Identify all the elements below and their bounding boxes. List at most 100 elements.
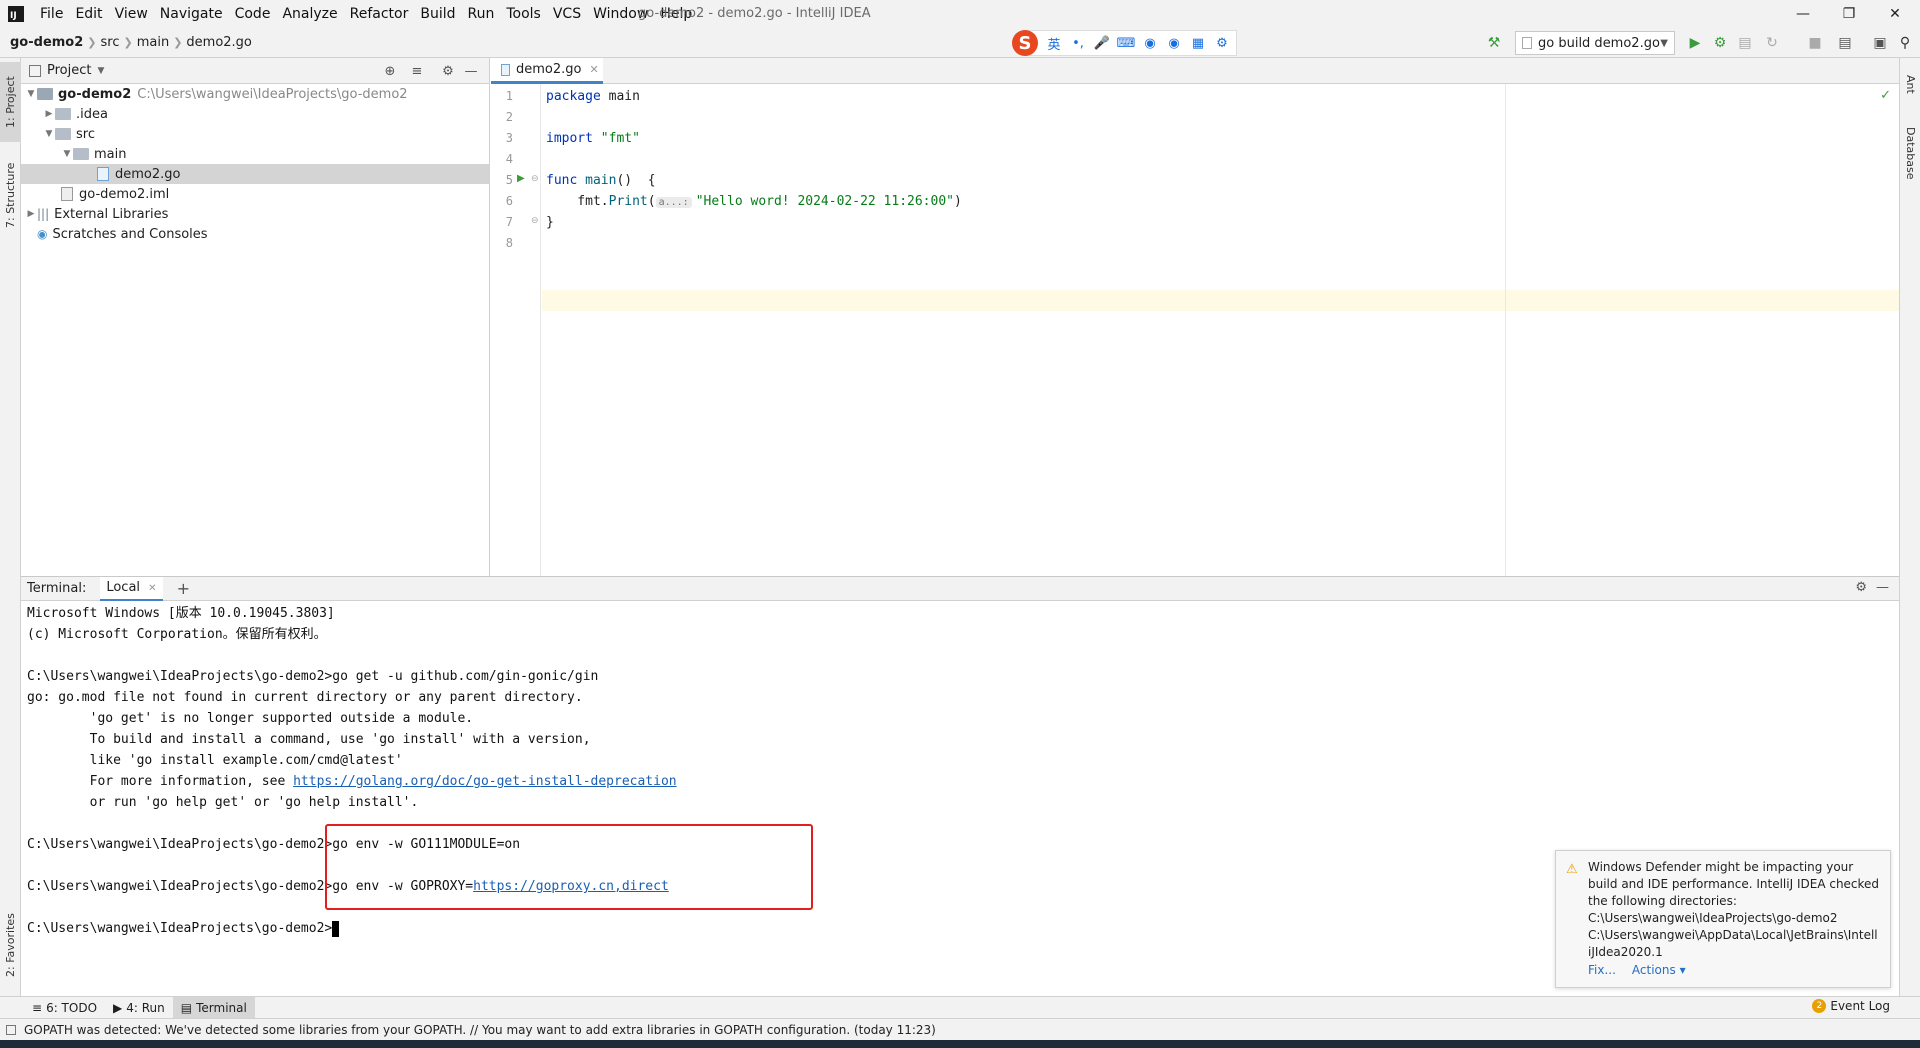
menu-build[interactable]: Build: [414, 0, 461, 28]
chevron-down-icon[interactable]: ▼: [43, 129, 55, 139]
breadcrumb-main[interactable]: main: [133, 35, 173, 50]
minimize-icon[interactable]: —: [1780, 0, 1826, 28]
close-icon[interactable]: ✕: [148, 583, 156, 594]
terminal-tab-local[interactable]: Local ✕: [100, 576, 163, 601]
chevron-down-icon[interactable]: ▼: [61, 149, 73, 159]
tree-item-idea[interactable]: ▶ .idea: [21, 104, 490, 124]
tab-ant[interactable]: Ant: [1900, 64, 1920, 104]
go-file-icon: [501, 63, 510, 76]
menu-view[interactable]: View: [109, 0, 154, 28]
chevron-right-icon[interactable]: ▶: [43, 109, 55, 119]
close-icon[interactable]: ✕: [1872, 0, 1918, 28]
tab-project[interactable]: 1: Project: [0, 62, 21, 142]
add-icon[interactable]: +: [177, 579, 190, 598]
layout-icon[interactable]: ▣: [1870, 33, 1890, 53]
menu-analyze[interactable]: Analyze: [276, 0, 343, 28]
sogou-ime-logo-icon[interactable]: S: [1012, 30, 1038, 56]
collapse-all-icon[interactable]: ≡: [408, 62, 426, 80]
module-folder-icon: [37, 88, 53, 100]
tree-item-label: main: [94, 146, 127, 162]
ime-language-toggle[interactable]: 英: [1046, 35, 1062, 53]
run-icon[interactable]: ▶: [1685, 33, 1705, 53]
locate-icon[interactable]: ⊕: [381, 62, 399, 80]
terminal-link[interactable]: https://goproxy.cn,direct: [473, 879, 669, 894]
terminal-icon: ▤: [180, 1000, 193, 1015]
status-panel-icon[interactable]: [6, 1024, 16, 1035]
breadcrumb-src[interactable]: src: [97, 35, 124, 50]
menu-code[interactable]: Code: [229, 0, 277, 28]
tool-tab-run[interactable]: ▶ 4: Run: [105, 997, 173, 1019]
gear-icon[interactable]: ⚙: [1855, 580, 1867, 595]
gamepad-icon[interactable]: ◉: [1166, 35, 1182, 51]
fold-icon[interactable]: ⊖: [531, 174, 539, 184]
run-configuration-select[interactable]: go build demo2.go ▼: [1515, 31, 1675, 55]
menu-tools[interactable]: Tools: [500, 0, 547, 28]
actions-dropdown[interactable]: Actions ▾: [1632, 962, 1686, 979]
hide-icon[interactable]: —: [462, 62, 480, 80]
code-function: Print: [608, 194, 648, 209]
folder-icon: [55, 128, 71, 140]
code-line-1[interactable]: package main: [546, 86, 640, 107]
menu-refactor[interactable]: Refactor: [344, 0, 415, 28]
build-hammer-icon[interactable]: ⚒: [1484, 33, 1504, 53]
search-icon[interactable]: ⚲: [1895, 33, 1915, 53]
run-gutter-icon[interactable]: ▶: [517, 173, 525, 184]
chevron-down-icon[interactable]: ▼: [97, 66, 104, 76]
settings-icon[interactable]: ⚙: [1214, 35, 1230, 51]
menu-edit[interactable]: Edit: [69, 0, 108, 28]
tree-item-main[interactable]: ▼ main: [21, 144, 490, 164]
inspection-ok-icon[interactable]: ✓: [1880, 88, 1891, 103]
profile-icon[interactable]: ↻: [1762, 33, 1782, 53]
folder-icon: [73, 148, 89, 160]
close-icon[interactable]: ✕: [589, 63, 598, 76]
microphone-icon[interactable]: 🎤: [1094, 35, 1110, 51]
chevron-down-icon: ▼: [1660, 37, 1668, 49]
tree-item-src[interactable]: ▼ src: [21, 124, 490, 144]
menu-run[interactable]: Run: [462, 0, 501, 28]
punctuation-icon[interactable]: •,: [1070, 35, 1086, 51]
menu-file[interactable]: File: [34, 0, 69, 28]
fix-link[interactable]: Fix...: [1588, 962, 1616, 979]
menu-navigate[interactable]: Navigate: [154, 0, 229, 28]
line-number: 6: [505, 194, 513, 208]
code-line-6[interactable]: fmt.Print(a...: "Hello word! 2024-02-22 1…: [546, 191, 962, 212]
tool-tab-todo[interactable]: ≡ 6: TODO: [24, 997, 105, 1019]
restore-icon[interactable]: ❐: [1826, 0, 1872, 28]
tree-item-project-root[interactable]: ▼ go-demo2 C:\Users\wangwei\IdeaProjects…: [21, 84, 490, 104]
keyboard-icon[interactable]: ⌨: [1117, 35, 1136, 51]
gear-icon[interactable]: ⚙: [439, 62, 457, 80]
fold-icon[interactable]: ⊖: [531, 216, 539, 226]
line-number: 2: [505, 110, 513, 124]
grid-icon[interactable]: ▦: [1190, 35, 1206, 51]
tree-item-scratches[interactable]: ◉ Scratches and Consoles: [21, 224, 490, 244]
breadcrumb-file[interactable]: demo2.go: [182, 35, 255, 50]
tree-item-demo2-go[interactable]: demo2.go: [21, 164, 490, 184]
coverage-icon[interactable]: ▤: [1735, 33, 1755, 53]
debug-icon[interactable]: ⚙: [1710, 33, 1730, 53]
tab-database[interactable]: Database: [1900, 118, 1920, 188]
terminal-prompt-line[interactable]: C:\Users\wangwei\IdeaProjects\go-demo2>: [27, 918, 340, 939]
tree-item-external-libraries[interactable]: ▶ ||| External Libraries: [21, 204, 490, 224]
skin-icon[interactable]: ◉: [1142, 35, 1158, 51]
project-panel-title[interactable]: Project: [47, 63, 91, 78]
project-structure-icon[interactable]: ▤: [1835, 33, 1855, 53]
code-line-3[interactable]: import "fmt": [546, 128, 640, 149]
code-line-7[interactable]: }: [546, 212, 554, 233]
tab-favorites[interactable]: 2: Favorites: [0, 900, 21, 990]
editor-tab-demo2-go[interactable]: demo2.go ✕: [491, 58, 603, 84]
tree-item-iml[interactable]: go-demo2.iml: [21, 184, 490, 204]
chevron-right-icon[interactable]: ▶: [25, 209, 37, 219]
status-message[interactable]: GOPATH was detected: We've detected some…: [24, 1023, 936, 1037]
tool-tab-terminal[interactable]: ▤ Terminal: [172, 996, 255, 1019]
breadcrumb-project[interactable]: go-demo2: [0, 35, 87, 50]
event-log-button[interactable]: 2 Event Log: [1812, 999, 1890, 1013]
terminal-link[interactable]: https://golang.org/doc/go-get-install-de…: [293, 774, 677, 789]
menu-vcs[interactable]: VCS: [547, 0, 587, 28]
tab-structure[interactable]: 7: Structure: [0, 150, 21, 240]
stop-icon[interactable]: ■: [1805, 33, 1825, 53]
line-number: 3: [505, 131, 513, 145]
right-margin-guide: [1505, 84, 1506, 576]
chevron-down-icon[interactable]: ▼: [25, 89, 37, 99]
code-line-5[interactable]: func main() {: [546, 170, 656, 191]
hide-icon[interactable]: —: [1876, 580, 1889, 595]
